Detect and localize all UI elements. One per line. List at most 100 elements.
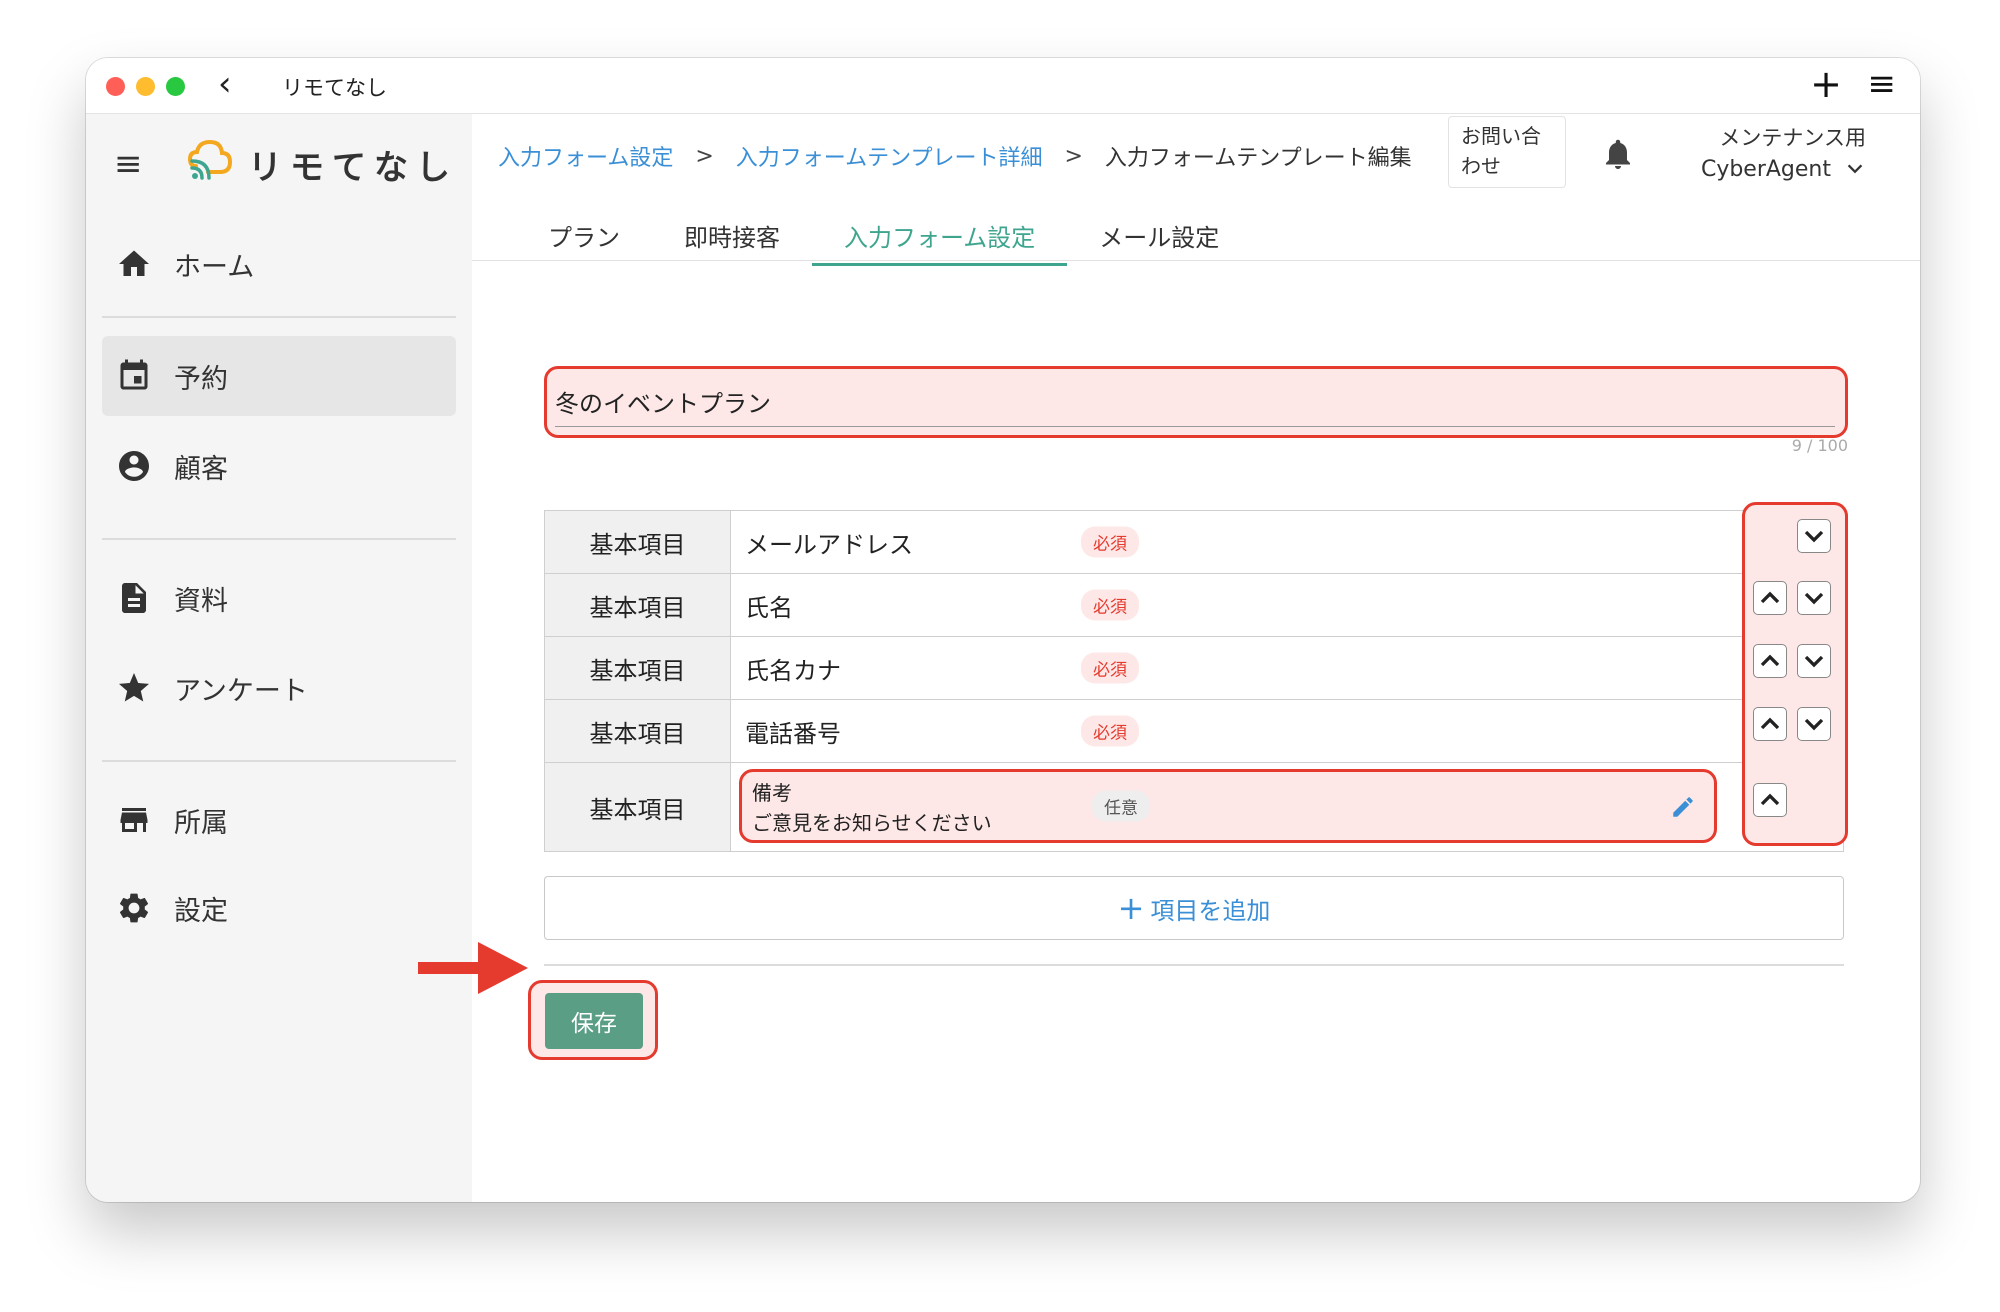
menu-icon[interactable]: ≡	[1868, 62, 1897, 106]
field-cell: メールアドレス 必須	[731, 511, 1843, 573]
sidebar-item-customer[interactable]: 顧客	[102, 426, 456, 506]
account-org: CyberAgent	[1700, 157, 1831, 182]
sidebar-item-affiliation[interactable]: 所属	[102, 780, 456, 860]
sidebar-item-survey[interactable]: アンケート	[102, 648, 456, 728]
chevron-up-icon	[1760, 654, 1780, 667]
field-cell: 氏名 必須	[731, 574, 1843, 636]
move-up-button[interactable]	[1753, 581, 1787, 615]
field-name: 備考	[752, 781, 792, 805]
contact-button[interactable]: お問い合 わせ	[1448, 116, 1566, 188]
title-char-counter: 9 / 100	[1791, 436, 1848, 455]
logo-text: リモてなし	[248, 148, 458, 188]
field-category: 基本項目	[545, 637, 731, 699]
main-content: 入力フォーム設定 > 入力フォームテンプレート詳細 > 入力フォームテンプレート…	[472, 114, 1920, 1202]
field-name: 氏名カナ	[745, 656, 841, 685]
move-down-button[interactable]	[1797, 581, 1831, 615]
breadcrumb-separator: >	[1064, 143, 1083, 169]
save-button[interactable]: 保存	[545, 993, 643, 1049]
tab-input-form-settings[interactable]: 入力フォーム設定	[812, 212, 1068, 266]
reorder-controls-highlight	[1742, 502, 1848, 846]
field-name: 氏名	[745, 593, 793, 622]
breadcrumb-link-template-detail[interactable]: 入力フォームテンプレート詳細	[736, 140, 1043, 172]
account-circle-icon	[119, 451, 149, 481]
maximize-window-button[interactable]	[166, 77, 185, 96]
required-badge: 必須	[1081, 652, 1139, 684]
field-cell: 備考 ご意見をお知らせください 任意	[731, 763, 1843, 851]
sidebar-item-settings[interactable]: 設定	[102, 868, 456, 948]
field-name: メールアドレス	[745, 530, 913, 559]
sidebar-item-label: アンケート	[174, 675, 308, 707]
tab-divider	[472, 260, 1920, 261]
chevron-up-icon	[1760, 717, 1780, 730]
required-badge: 必須	[1081, 526, 1139, 558]
sidebar: ≡ リモてなし ホーム 予約 顧客 資料 アンケート 所属 設定	[86, 114, 472, 1202]
logo-icon	[187, 139, 233, 180]
move-up-button[interactable]	[1753, 644, 1787, 678]
window-title: リモてなし	[282, 76, 387, 100]
breadcrumb-current: 入力フォームテンプレート編集	[1104, 146, 1412, 171]
sidebar-item-home[interactable]: ホーム	[102, 224, 456, 304]
tab-bar: プラン 即時接客 入力フォーム設定 メール設定	[516, 212, 1251, 266]
table-row: 基本項目 電話番号 必須	[545, 700, 1843, 763]
field-category: 基本項目	[545, 763, 731, 851]
plus-icon: +	[1117, 889, 1145, 927]
save-button-highlight: 保存	[528, 980, 658, 1060]
new-tab-icon[interactable]: +	[1810, 62, 1842, 106]
tab-mail-settings[interactable]: メール設定	[1067, 212, 1251, 266]
field-category: 基本項目	[545, 511, 731, 573]
table-row: 基本項目 メールアドレス 必須	[545, 511, 1843, 574]
contact-label-line2: わせ	[1461, 154, 1501, 178]
pencil-icon[interactable]	[1670, 794, 1696, 820]
move-up-button[interactable]	[1753, 707, 1787, 741]
minimize-window-button[interactable]	[136, 77, 155, 96]
field-cell: 氏名カナ 必須	[731, 637, 1843, 699]
app-window: ‹ リモてなし + ≡ ≡ リモてなし ホーム 予約 顧客 資料 アンケート 所…	[86, 58, 1920, 1202]
add-field-button[interactable]: + 項目を追加	[544, 876, 1844, 940]
sidebar-item-label: 予約	[174, 363, 228, 395]
titlebar: ‹ リモてなし + ≡	[86, 58, 1920, 114]
optional-badge: 任意	[1092, 790, 1150, 822]
sidebar-item-documents[interactable]: 資料	[102, 558, 456, 638]
sidebar-item-label: 資料	[174, 585, 228, 617]
move-down-button[interactable]	[1797, 519, 1831, 553]
document-icon	[122, 583, 146, 613]
breadcrumb-link-form-settings[interactable]: 入力フォーム設定	[498, 140, 673, 172]
add-field-label: 項目を追加	[1150, 896, 1271, 925]
account-name: メンテナンス用	[1719, 126, 1866, 150]
gear-icon	[119, 893, 149, 923]
move-down-button[interactable]	[1797, 707, 1831, 741]
calendar-icon	[120, 359, 148, 390]
table-row: 基本項目 備考 ご意見をお知らせください 任意	[545, 763, 1843, 851]
chevron-down-icon	[1804, 655, 1824, 668]
callout-arrow-icon	[418, 942, 528, 994]
close-window-button[interactable]	[106, 77, 125, 96]
field-name: 電話番号	[745, 719, 841, 748]
sidebar-item-label: 顧客	[174, 453, 228, 485]
field-description: ご意見をお知らせください	[752, 811, 992, 835]
template-title-highlight	[544, 366, 1848, 438]
notes-field-highlight[interactable]: 備考 ご意見をお知らせください 任意	[739, 769, 1717, 843]
move-down-button[interactable]	[1797, 644, 1831, 678]
back-icon[interactable]: ‹	[218, 64, 232, 104]
hamburger-menu-icon[interactable]: ≡	[114, 144, 143, 184]
chevron-down-icon	[1804, 718, 1824, 731]
breadcrumb: 入力フォーム設定 > 入力フォームテンプレート詳細 > 入力フォームテンプレート…	[498, 140, 1412, 172]
chevron-down-icon	[1804, 530, 1824, 543]
move-up-button[interactable]	[1753, 783, 1787, 817]
sidebar-item-label: ホーム	[174, 251, 255, 283]
table-row: 基本項目 氏名 必須	[545, 574, 1843, 637]
star-icon	[119, 673, 149, 702]
tab-instant-service[interactable]: 即時接客	[652, 212, 812, 266]
section-divider	[544, 964, 1844, 966]
sidebar-item-reservation[interactable]: 予約	[102, 336, 456, 416]
sidebar-divider	[102, 538, 456, 540]
breadcrumb-separator: >	[695, 143, 714, 169]
chevron-up-icon	[1760, 793, 1780, 806]
template-title-input[interactable]	[555, 377, 1835, 427]
tab-plan[interactable]: プラン	[516, 212, 652, 266]
contact-label-line1: お問い合	[1461, 124, 1541, 148]
field-category: 基本項目	[545, 700, 731, 762]
account-menu[interactable]: メンテナンス用 CyberAgent	[1701, 122, 1866, 186]
bell-icon[interactable]	[1600, 136, 1636, 172]
sidebar-divider	[102, 760, 456, 762]
